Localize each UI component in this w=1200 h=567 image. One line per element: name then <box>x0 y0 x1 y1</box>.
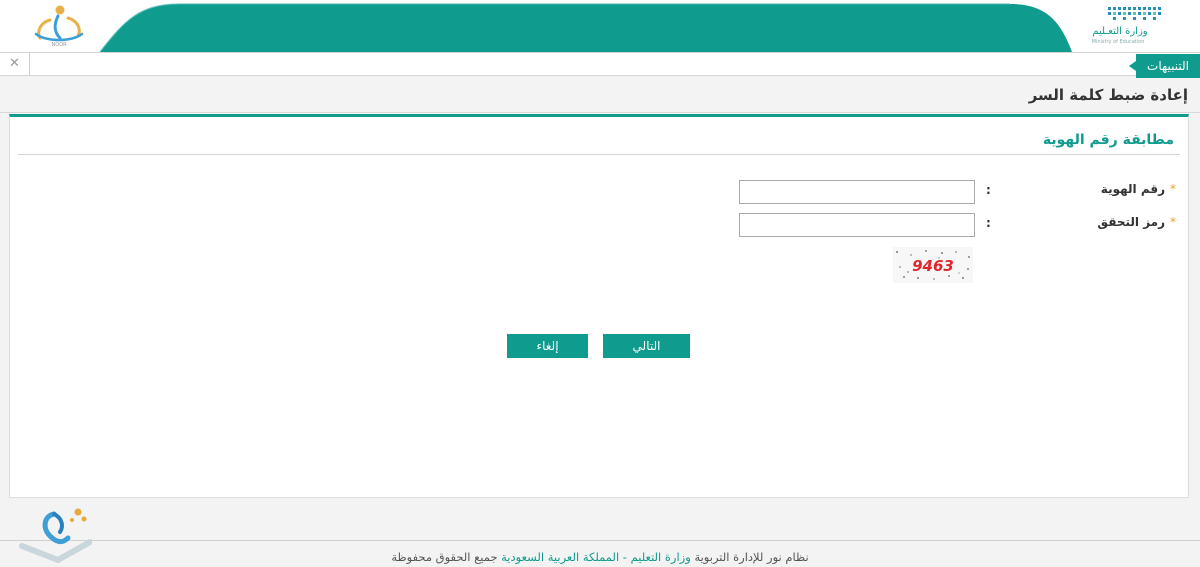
app-header: NOOR وزارة التعـليم Ministry of Educatio… <box>0 0 1200 52</box>
required-mark: * <box>1170 182 1176 196</box>
notifications-tab[interactable]: التنبيهات <box>1129 54 1200 78</box>
ministry-name-en: Ministry of Education <box>1091 39 1145 45</box>
header-teal-band <box>99 3 1072 52</box>
page-title: إعادة ضبط كلمة السر <box>1028 86 1188 104</box>
next-button[interactable]: التالي <box>603 334 690 358</box>
verification-code-label-text: رمز التحقق <box>1097 215 1165 229</box>
required-mark: * <box>1170 215 1176 229</box>
section-title: مطابقة رقم الهوية <box>1042 132 1174 148</box>
verification-code-label: * رمز التحقق <box>1097 215 1176 229</box>
ministry-logo: وزارة التعـليم Ministry of Education <box>1074 4 1166 48</box>
noor-logo: NOOR <box>24 4 94 48</box>
verification-code-input[interactable] <box>739 213 975 237</box>
close-icon[interactable]: ✕ <box>0 53 30 75</box>
section-divider <box>18 154 1180 155</box>
id-number-colon: : <box>986 183 991 197</box>
captcha-image: 9463 <box>893 247 973 283</box>
form-panel: مطابقة رقم الهوية * رقم الهوية : * رمز الت… <box>9 114 1189 498</box>
footer-text-part2: جميع الحقوق محفوظة <box>391 550 498 564</box>
footer-text-highlight[interactable]: وزارة التعليم - المملكة العربية السعودية <box>501 550 691 564</box>
footer-copyright: نظام نور للإدارة التربوية وزارة التعليم … <box>300 550 900 564</box>
captcha-code: 9463 <box>912 257 954 275</box>
cancel-button[interactable]: إلغاء <box>507 334 588 358</box>
notifications-bar: ✕ التنبيهات <box>0 52 1200 78</box>
ministry-name: وزارة التعـليم <box>1092 26 1148 37</box>
footer-divider <box>0 540 1200 541</box>
noor-footer-logo <box>18 506 93 564</box>
noor-logo-caption: NOOR <box>51 42 67 48</box>
verification-code-colon: : <box>986 216 991 230</box>
id-number-label-text: رقم الهوية <box>1100 182 1165 196</box>
title-divider <box>0 112 1200 113</box>
id-number-input[interactable] <box>739 180 975 204</box>
footer-text-part1: نظام نور للإدارة التربوية <box>694 550 809 564</box>
id-number-label: * رقم الهوية <box>1101 182 1176 196</box>
